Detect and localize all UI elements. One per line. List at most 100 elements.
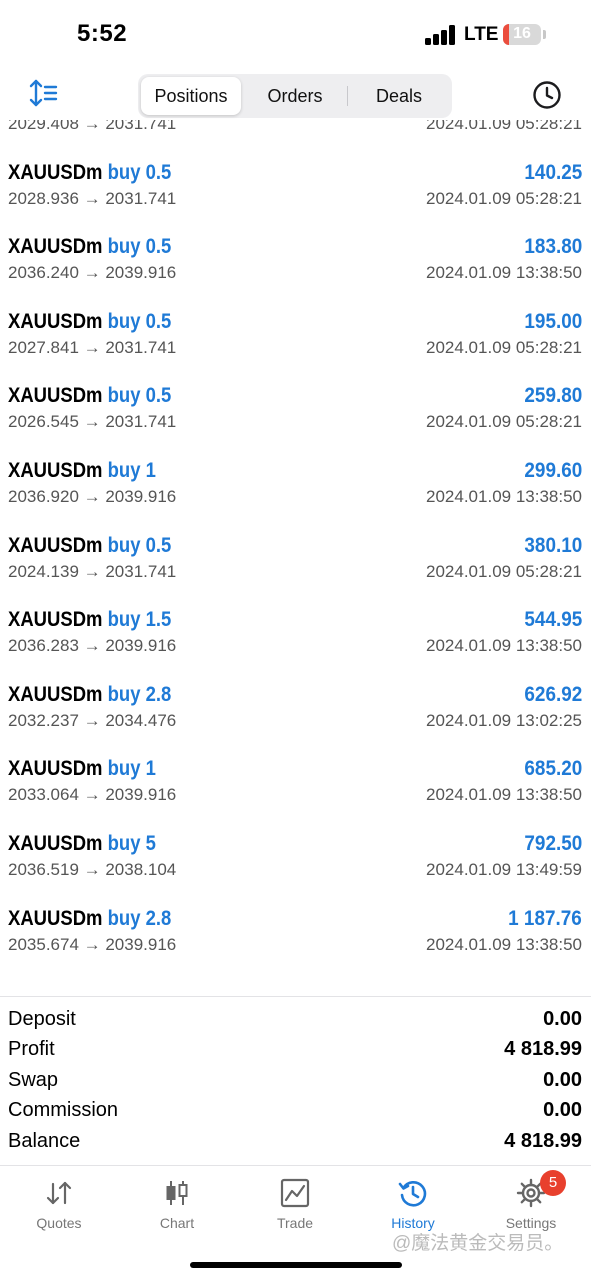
summary-row-balance: Balance 4 818.99 [0, 1128, 591, 1158]
deal-row[interactable]: XAUUSDm buy 1 299.60 2036.920 → 2039.916 20… [0, 455, 591, 530]
symbol-name: XAUUSDm [8, 458, 103, 482]
tab-orders[interactable]: Orders [244, 74, 346, 118]
symbol-name: XAUUSDm [8, 831, 103, 855]
deal-symbol: XAUUSDm buy 0.5 [8, 534, 171, 558]
symbol-name: XAUUSDm [8, 682, 103, 706]
deal-symbol: XAUUSDm buy 0.5 [8, 310, 171, 334]
deal-row[interactable]: XAUUSDm buy 0.5 183.80 2036.240 → 2039.916… [0, 231, 591, 306]
settings-notification-badge: 5 [540, 1170, 566, 1196]
deal-time: 2024.01.09 05:28:21 [426, 120, 582, 133]
tab-trade[interactable]: Trade [236, 1166, 354, 1246]
battery-percent: 16 [513, 25, 531, 42]
deal-symbol: XAUUSDm buy 0.5 [8, 161, 171, 185]
deal-row[interactable]: XAUUSDm buy 5 792.50 2036.519 → 2038.104 20… [0, 828, 591, 903]
deal-prices: 2027.841 → 2031.741 [8, 337, 177, 357]
deal-direction: buy 1.5 [107, 608, 172, 632]
history-clock-icon [398, 1181, 427, 1207]
deal-symbol: XAUUSDm buy 1 [8, 757, 156, 781]
deal-row[interactable]: XAUUSDm buy 2.8 626.92 2032.237 → 2034.476… [0, 679, 591, 754]
deal-time: 2024.01.09 13:38:50 [426, 934, 582, 954]
deal-direction: buy 2.8 [107, 682, 172, 706]
deal-direction: buy 1 [107, 458, 156, 482]
header: Positions Orders Deals [0, 66, 591, 120]
home-indicator[interactable] [190, 1262, 402, 1268]
deals-list-content: XAUUSDm buy 0.5116.652029.408 → 2031.741… [0, 120, 591, 977]
deal-row[interactable]: XAUUSDm buy 0.5116.652029.408 → 2031.741… [0, 120, 591, 157]
summary-value: 4 818.99 [504, 1038, 582, 1061]
summary-value: 0.00 [543, 1008, 582, 1030]
deal-time: 2024.01.09 13:02:25 [426, 710, 582, 730]
deal-prices: 2036.283 → 2039.916 [8, 636, 177, 656]
trade-chart-icon [280, 1178, 310, 1208]
watermark: @魔法黄金交易员。 [392, 1233, 564, 1254]
tab-quotes[interactable]: Quotes [0, 1166, 118, 1246]
deal-direction: buy 0.5 [107, 533, 172, 557]
candlestick-icon [166, 1181, 188, 1205]
status-bar: 5:52 LTE 16 [0, 0, 591, 66]
tab-deals[interactable]: Deals [348, 74, 450, 118]
quotes-arrows-icon [46, 1181, 72, 1205]
summary-row-profit: Profit 4 818.99 [0, 1036, 591, 1066]
signal-strength-icon [425, 25, 457, 45]
deal-profit: 792.50 [524, 831, 582, 855]
deal-direction: buy 0.5 [107, 309, 172, 333]
symbol-name: XAUUSDm [8, 608, 103, 632]
deal-profit: 140.25 [524, 160, 582, 184]
deal-direction: buy 0.5 [107, 235, 172, 259]
deal-row[interactable]: XAUUSDm buy 0.5 140.25 2028.936 → 2031.741… [0, 157, 591, 232]
summary-value: 4 818.99 [504, 1129, 582, 1152]
deal-prices: 2026.545 → 2031.741 [8, 412, 177, 432]
deal-time: 2024.01.09 05:28:21 [426, 561, 582, 581]
deal-prices: 2036.920 → 2039.916 [8, 486, 177, 506]
deal-row[interactable]: XAUUSDm buy 0.5 380.10 2024.139 → 2031.741… [0, 530, 591, 605]
deal-time: 2024.01.09 13:38:50 [426, 636, 582, 656]
summary-value: 0.00 [543, 1099, 582, 1122]
deal-direction: buy 5 [107, 831, 156, 855]
tab-label: Trade [276, 1215, 314, 1231]
deal-symbol: XAUUSDm buy 0.5 [8, 384, 171, 408]
deal-time: 2024.01.09 13:49:59 [426, 859, 582, 879]
summary-row-commission: Commission 0.00 [0, 1097, 591, 1127]
deal-prices: 2032.237 → 2034.476 [8, 710, 177, 730]
deal-time: 2024.01.09 05:28:21 [426, 337, 582, 357]
deals-list[interactable]: XAUUSDm buy 0.5116.652029.408 → 2031.741… [0, 120, 591, 996]
status-time: 5:52 [77, 20, 128, 47]
tab-positions[interactable]: Positions [141, 77, 241, 115]
summary-label: Deposit [8, 1008, 76, 1030]
sort-icon [29, 79, 58, 107]
deal-prices: 2033.064 → 2039.916 [8, 785, 177, 805]
deal-symbol: XAUUSDm buy 5 [8, 832, 156, 856]
summary-row-swap: Swap 0.00 [0, 1067, 591, 1097]
deal-row[interactable]: XAUUSDm buy 0.5 195.00 2027.841 → 2031.741… [0, 306, 591, 381]
symbol-name: XAUUSDm [8, 160, 103, 184]
symbol-name: XAUUSDm [8, 757, 103, 781]
deal-profit: 544.95 [524, 608, 582, 632]
deal-direction: buy 0.5 [107, 160, 172, 184]
deal-row[interactable]: XAUUSDm buy 1 685.20 2033.064 → 2039.916 20… [0, 753, 591, 828]
deal-time: 2024.01.09 13:38:50 [426, 486, 582, 506]
deal-symbol: XAUUSDm buy 1 [8, 459, 156, 483]
symbol-name: XAUUSDm [8, 309, 103, 333]
deal-profit: 1 187.76 [508, 906, 582, 930]
deal-prices: 2036.240 → 2039.916 [8, 263, 177, 283]
symbol-name: XAUUSDm [8, 235, 103, 259]
battery-icon: 16 [503, 24, 541, 45]
summary-divider [0, 996, 591, 997]
deal-prices: 2028.936 → 2031.741 [8, 188, 177, 208]
summary-label: Commission [8, 1099, 119, 1122]
deal-symbol: XAUUSDm buy 2.8 [8, 683, 171, 707]
tab-label: Quotes [36, 1215, 82, 1231]
sort-button[interactable] [28, 78, 60, 108]
summary-value: 0.00 [543, 1068, 582, 1091]
deal-row[interactable]: XAUUSDm buy 1.5 544.95 2036.283 → 2039.916… [0, 604, 591, 679]
deal-row[interactable]: XAUUSDm buy 0.5 259.80 2026.545 → 2031.741… [0, 380, 591, 455]
tab-chart[interactable]: Chart [118, 1166, 236, 1246]
battery-cap [543, 30, 546, 39]
deal-prices: 2029.408 → 2031.741 [8, 120, 177, 133]
deal-direction: buy 1 [107, 757, 156, 781]
deal-symbol: XAUUSDm buy 2.8 [8, 907, 171, 931]
clock-icon [533, 81, 561, 109]
deal-row[interactable]: XAUUSDm buy 2.8 1 187.76 2035.674 → 2039.9… [0, 903, 591, 978]
deal-time: 2024.01.09 05:28:21 [426, 188, 582, 208]
history-period-button[interactable] [532, 80, 562, 110]
